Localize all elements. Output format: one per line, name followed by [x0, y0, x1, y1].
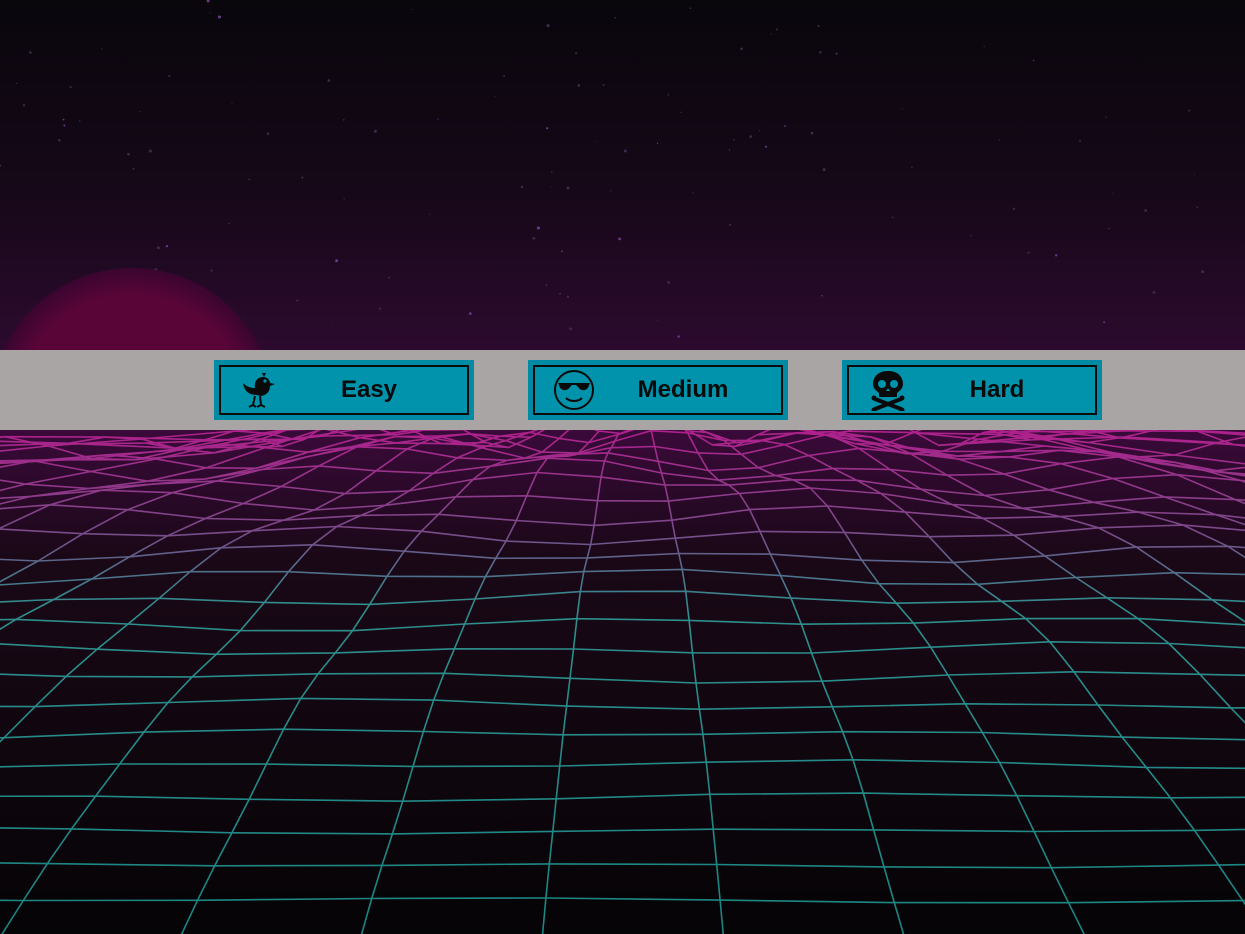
- medium-button-face: Medium: [533, 365, 783, 415]
- difficulty-menu-bar: Easy Medium Hard: [0, 350, 1245, 430]
- skull-crossbones-icon: [871, 371, 905, 411]
- easy-button[interactable]: Easy: [214, 360, 474, 420]
- chick-icon: [243, 373, 275, 408]
- easy-button-face: Easy: [219, 365, 469, 415]
- medium-button[interactable]: Medium: [528, 360, 788, 420]
- medium-button-label: Medium: [637, 376, 729, 403]
- easy-button-label: Easy: [340, 376, 398, 403]
- hard-button[interactable]: Hard: [842, 360, 1102, 420]
- hard-button-label: Hard: [969, 376, 1025, 403]
- synthwave-background: [0, 0, 1245, 934]
- cool-face-icon: [554, 370, 594, 410]
- hard-button-face: Hard: [847, 365, 1097, 415]
